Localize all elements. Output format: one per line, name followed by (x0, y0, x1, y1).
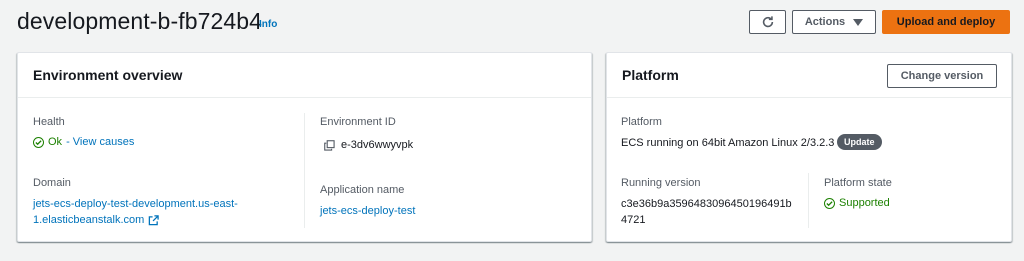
platform-value: ECS running on 64bit Amazon Linux 2/3.2.… (621, 137, 835, 149)
upload-deploy-button[interactable]: Upload and deploy (882, 10, 1010, 34)
copy-icon[interactable] (324, 139, 335, 151)
health-ok-text: Ok (48, 136, 63, 148)
running-version-line-1: c3e36b9a3596483096450196491b (621, 198, 792, 210)
environment-id-label: Environment ID (320, 116, 396, 128)
running-version-value: c3e36b9a3596483096450196491b 4721 (621, 196, 792, 228)
running-version-label: Running version (621, 177, 701, 189)
application-name-link[interactable]: jets-ecs-deploy-test (320, 203, 415, 219)
caret-down-icon (853, 18, 864, 26)
domain-label: Domain (33, 177, 71, 189)
domain-line-1: jets-ecs-deploy-test-development.us-east… (33, 198, 238, 210)
application-name-label: Application name (320, 184, 405, 196)
health-label: Health (33, 116, 65, 128)
change-version-button[interactable]: Change version (887, 64, 997, 88)
platform-header: Platform Change version (607, 53, 1011, 98)
refresh-icon (762, 16, 773, 28)
actions-label: Actions (804, 16, 846, 28)
domain-line-2: 1.elasticbeanstalk.com (33, 214, 145, 226)
domain-link[interactable]: jets-ecs-deploy-test-development.us-east… (33, 196, 238, 228)
environment-overview-title: Environment overview (18, 53, 591, 98)
info-link[interactable]: Info (259, 19, 277, 30)
update-badge[interactable]: Update (837, 134, 882, 150)
column-divider (304, 113, 305, 228)
platform-title: Platform (622, 67, 679, 83)
view-causes-link[interactable]: - View causes (66, 136, 134, 148)
check-circle-icon (33, 136, 44, 148)
platform-column-divider (808, 173, 809, 228)
health-status: Ok - View causes (33, 136, 134, 148)
running-version-line-2: 4721 (621, 214, 646, 226)
platform-state-value: Supported (839, 197, 890, 209)
external-link-icon (149, 214, 160, 225)
environment-id-row: e-3dv6wwyvpk (324, 139, 413, 151)
platform-panel: Platform Change version Platform ECS run… (606, 52, 1012, 242)
environment-overview-panel: Environment overview Health Ok - View ca… (17, 52, 592, 242)
platform-label: Platform (621, 116, 662, 128)
actions-button[interactable]: Actions (792, 10, 876, 34)
platform-state-status: Supported (824, 197, 890, 209)
refresh-button[interactable] (749, 10, 786, 34)
platform-state-label: Platform state (824, 177, 892, 189)
environment-id-value: e-3dv6wwyvpk (341, 139, 414, 151)
page-title: development-b-fb724b4 (17, 8, 263, 34)
check-circle-icon (824, 197, 835, 209)
